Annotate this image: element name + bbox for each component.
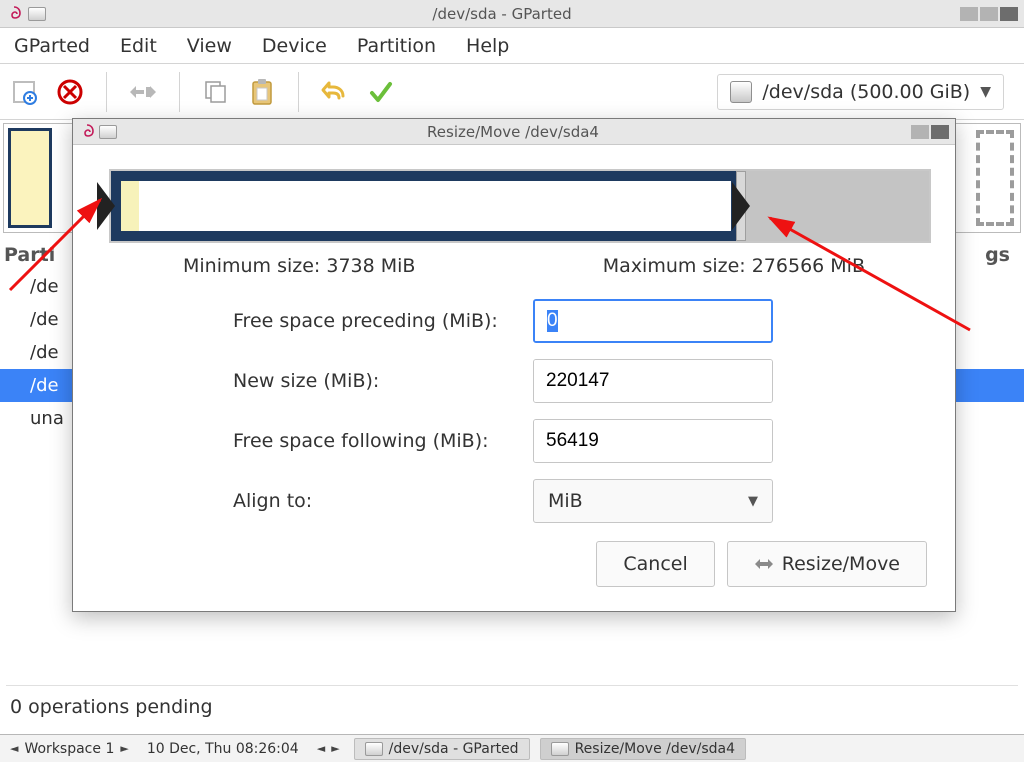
- chevron-down-icon: ▼: [748, 494, 758, 509]
- new-size-input[interactable]: − +: [533, 359, 773, 403]
- menu-gparted[interactable]: GParted: [14, 35, 90, 57]
- arrow-left-icon[interactable]: ◄: [317, 742, 325, 755]
- menu-partition[interactable]: Partition: [357, 35, 436, 57]
- partition-col-left: Parti: [4, 244, 55, 266]
- dialog-minimize-button[interactable]: [911, 125, 929, 139]
- window-title: /dev/sda - GParted: [46, 5, 958, 23]
- slider-min-region: [121, 181, 139, 231]
- min-size-label: Minimum size: 3738 MiB: [183, 255, 415, 277]
- new-partition-icon[interactable]: [10, 78, 38, 106]
- resize-move-button[interactable]: Resize/Move: [727, 541, 927, 587]
- taskbar: ◄ Workspace 1 ► 10 Dec, Thu 08:26:04 ◄ ►…: [0, 734, 1024, 762]
- cancel-button-label: Cancel: [623, 553, 687, 575]
- resize-move-button-label: Resize/Move: [782, 553, 900, 575]
- device-selector-label: /dev/sda (500.00 GiB): [762, 81, 970, 103]
- resize-form: Free space preceding (MiB): − + New size…: [233, 299, 865, 523]
- app-icon: [551, 742, 569, 756]
- toolbar-separator: [298, 72, 299, 112]
- app-icon: [365, 742, 383, 756]
- arrow-right-icon[interactable]: ►: [331, 742, 339, 755]
- free-preceding-label: Free space preceding (MiB):: [233, 310, 533, 332]
- slider-used-region: [111, 171, 741, 241]
- free-preceding-field[interactable]: [535, 301, 773, 341]
- resize-move-icon[interactable]: [129, 78, 157, 106]
- status-bar: 0 operations pending: [6, 685, 1018, 728]
- free-preceding-input[interactable]: − +: [533, 299, 773, 343]
- disk-icon: [730, 81, 752, 103]
- size-slider[interactable]: [97, 169, 931, 243]
- menu-device[interactable]: Device: [262, 35, 327, 57]
- menubar: GParted Edit View Device Partition Help: [0, 28, 1024, 64]
- new-size-field[interactable]: [534, 360, 773, 402]
- os-logo-icon: [6, 6, 22, 22]
- window-maximize-button[interactable]: [980, 7, 998, 21]
- menu-edit[interactable]: Edit: [120, 35, 157, 57]
- main-titlebar: /dev/sda - GParted: [0, 0, 1024, 28]
- partition-col-right: gs: [985, 244, 1010, 266]
- arrow-right-icon[interactable]: ►: [120, 742, 128, 755]
- slider-handle-left-icon[interactable]: [97, 182, 115, 230]
- dialog-button-row: Cancel Resize/Move: [596, 541, 927, 587]
- dialog-title: Resize/Move /dev/sda4: [117, 123, 909, 141]
- taskbar-item-dialog[interactable]: Resize/Move /dev/sda4: [540, 738, 746, 760]
- align-to-label: Align to:: [233, 490, 533, 512]
- new-size-label: New size (MiB):: [233, 370, 533, 392]
- arrow-left-icon[interactable]: ◄: [10, 742, 18, 755]
- dialog-close-button[interactable]: [931, 125, 949, 139]
- slider-track[interactable]: [109, 169, 931, 243]
- workspace-label: Workspace 1: [24, 741, 114, 757]
- menu-help[interactable]: Help: [466, 35, 509, 57]
- cancel-button[interactable]: Cancel: [596, 541, 714, 587]
- window-minimize-button[interactable]: [960, 7, 978, 21]
- taskbar-clock: 10 Dec, Thu 08:26:04: [143, 741, 303, 757]
- undo-icon[interactable]: [321, 78, 349, 106]
- taskbar-item-label: /dev/sda - GParted: [389, 741, 519, 757]
- align-to-value: MiB: [548, 490, 583, 512]
- resize-move-dialog: Resize/Move /dev/sda4 Minimum size: 3738…: [72, 118, 956, 612]
- paste-icon[interactable]: [248, 78, 276, 106]
- app-icon: [28, 7, 46, 21]
- window-close-button[interactable]: [1000, 7, 1018, 21]
- taskbar-item-gparted[interactable]: /dev/sda - GParted: [354, 738, 530, 760]
- device-selector[interactable]: /dev/sda (500.00 GiB) ▼: [717, 74, 1004, 110]
- toolbar: /dev/sda (500.00 GiB) ▼: [0, 64, 1024, 120]
- align-to-select[interactable]: MiB ▼: [533, 479, 773, 523]
- taskbar-item-label: Resize/Move /dev/sda4: [575, 741, 735, 757]
- resize-icon: [754, 555, 774, 573]
- slider-handle-right-icon[interactable]: [732, 182, 750, 230]
- os-logo-icon: [79, 124, 95, 140]
- chevron-down-icon: ▼: [980, 84, 991, 100]
- partition-block-unallocated[interactable]: [976, 130, 1014, 226]
- delete-partition-icon[interactable]: [56, 78, 84, 106]
- dialog-titlebar: Resize/Move /dev/sda4: [73, 119, 955, 145]
- free-following-label: Free space following (MiB):: [233, 430, 533, 452]
- toolbar-separator: [179, 72, 180, 112]
- apply-icon[interactable]: [367, 78, 395, 106]
- max-size-label: Maximum size: 276566 MiB: [603, 255, 865, 277]
- partition-block-left[interactable]: [8, 128, 52, 228]
- app-icon: [99, 125, 117, 139]
- free-following-input[interactable]: − +: [533, 419, 773, 463]
- workspace-switcher[interactable]: ◄ Workspace 1 ►: [6, 741, 133, 757]
- size-limits: Minimum size: 3738 MiB Maximum size: 276…: [73, 253, 955, 287]
- copy-icon[interactable]: [202, 78, 230, 106]
- free-following-field[interactable]: [534, 420, 773, 462]
- toolbar-separator: [106, 72, 107, 112]
- menu-view[interactable]: View: [187, 35, 232, 57]
